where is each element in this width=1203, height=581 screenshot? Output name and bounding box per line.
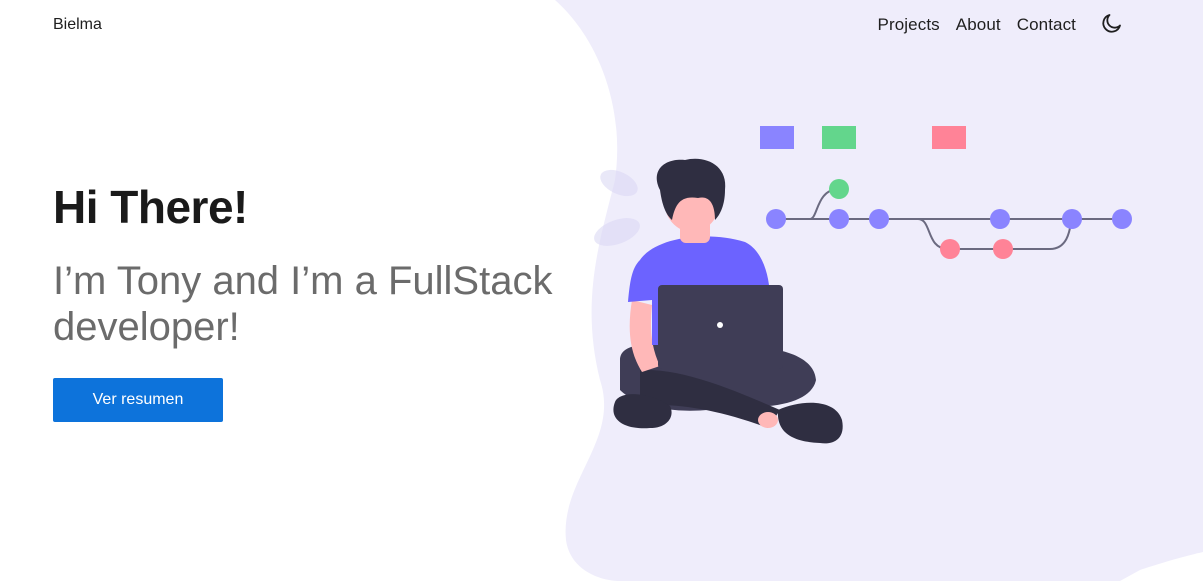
developer-illustration [594,126,1132,444]
hero-section: Hi There! I’m Tony and I’m a FullStack d… [53,178,613,422]
moon-icon[interactable] [1100,11,1124,35]
nav-link-contact[interactable]: Contact [1017,15,1076,35]
nav-link-about[interactable]: About [956,15,1001,35]
nav-link-projects[interactable]: Projects [878,15,940,35]
hero-title: Hi There! [53,181,248,233]
view-resume-button[interactable]: Ver resumen [53,378,223,422]
brand-logo[interactable]: Bielma [53,16,102,34]
hero-subtitle: I’m Tony and I’m a FullStack developer! [53,259,553,349]
person-figure [613,158,843,444]
laptop-icon [658,285,783,369]
purple-block [760,126,794,149]
pink-block [932,126,966,149]
navbar: Bielma Projects About Contact [0,0,1203,50]
green-block [822,126,856,149]
nav-links: Projects About Contact [878,15,1076,35]
